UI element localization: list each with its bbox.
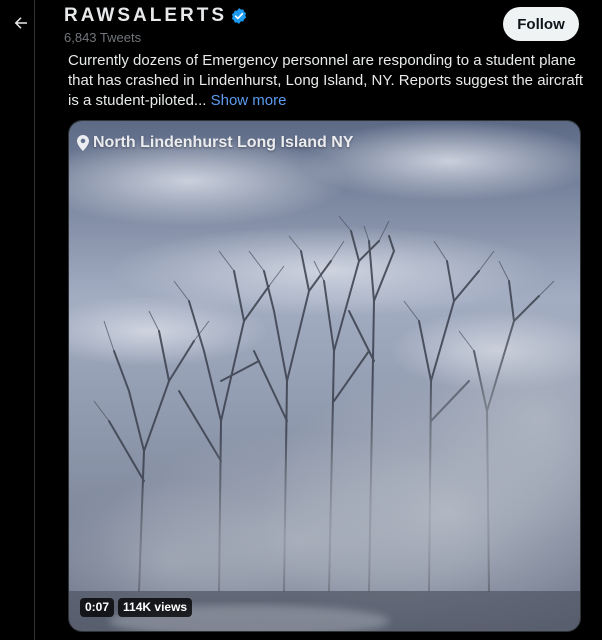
back-button[interactable] bbox=[6, 8, 36, 38]
verified-badge-icon bbox=[230, 7, 248, 25]
tweet-page: RAWSALERTS 6,843 Tweets Follow Currently… bbox=[0, 0, 602, 640]
column-divider bbox=[34, 0, 35, 640]
video-views: 114K views bbox=[118, 598, 193, 617]
video-location-text: North Lindenhurst Long Island NY bbox=[93, 134, 354, 151]
arrow-left-icon bbox=[12, 14, 30, 32]
follow-button[interactable]: Follow bbox=[503, 7, 579, 41]
location-pin-icon bbox=[77, 135, 89, 151]
video-badges: 0:07 114K views bbox=[80, 598, 193, 617]
show-more-link[interactable]: Show more bbox=[211, 92, 287, 109]
video-location-overlay: North Lindenhurst Long Island NY bbox=[77, 134, 353, 152]
video-frame bbox=[69, 121, 580, 631]
profile-header: RAWSALERTS 6,843 Tweets bbox=[64, 4, 494, 48]
tweet-text: Currently dozens of Emergency personnel … bbox=[68, 52, 584, 109]
video-player[interactable]: North Lindenhurst Long Island NY 0:07 11… bbox=[68, 120, 581, 632]
account-name[interactable]: RAWSALERTS bbox=[64, 4, 227, 28]
tweet-text-block: Currently dozens of Emergency personnel … bbox=[68, 51, 588, 111]
tweet-count: 6,843 Tweets bbox=[64, 30, 142, 45]
video-duration: 0:07 bbox=[80, 598, 115, 617]
